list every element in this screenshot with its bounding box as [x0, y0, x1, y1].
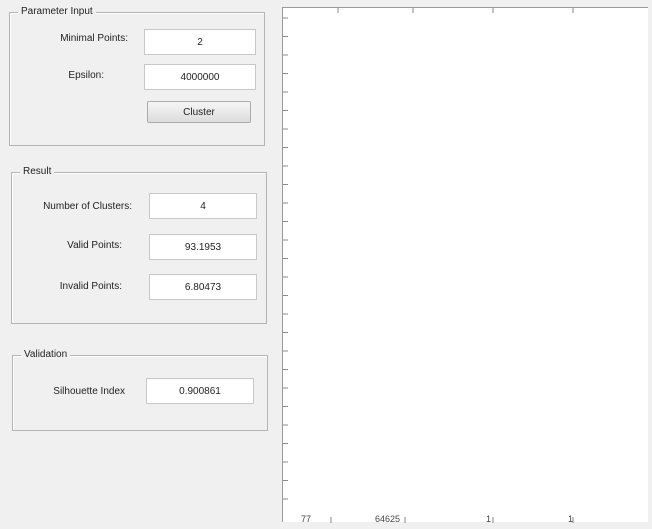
min-points-input[interactable]: 2	[144, 29, 256, 55]
plot-axes[interactable]: 77 64625 1 1	[282, 7, 648, 524]
parameter-input-panel: Parameter Input Minimal Points: 2 Epsilo…	[9, 6, 265, 146]
number-of-clusters-label: Number of Clusters:	[43, 201, 132, 212]
result-panel: Result Number of Clusters: 4 Valid Point…	[11, 166, 267, 324]
parameter-input-title: Parameter Input	[18, 6, 96, 18]
validation-title: Validation	[21, 349, 71, 361]
validation-panel: Validation Silhouette Index 0.900861	[12, 349, 268, 431]
valid-points-field[interactable]: 93.1953	[149, 234, 257, 260]
x-tick-label: 1	[486, 514, 492, 524]
invalid-points-label: Invalid Points:	[59, 281, 122, 292]
axes-ticks	[283, 8, 574, 523]
min-points-label: Minimal Points:	[60, 33, 128, 44]
result-title: Result	[20, 166, 55, 178]
number-of-clusters-field[interactable]: 4	[149, 193, 257, 219]
silhouette-index-field[interactable]: 0.900861	[146, 378, 254, 404]
x-tick-label: 64625	[375, 514, 401, 524]
invalid-points-field[interactable]: 6.80473	[149, 274, 257, 300]
epsilon-input[interactable]: 4000000	[144, 64, 256, 90]
silhouette-index-label: Silhouette Index	[53, 386, 125, 397]
valid-points-label: Valid Points:	[67, 240, 122, 251]
epsilon-label: Epsilon:	[68, 70, 104, 81]
x-tick-label: 77	[301, 514, 312, 524]
x-tick-label: 1	[568, 514, 574, 524]
cluster-button[interactable]: Cluster	[147, 101, 251, 123]
